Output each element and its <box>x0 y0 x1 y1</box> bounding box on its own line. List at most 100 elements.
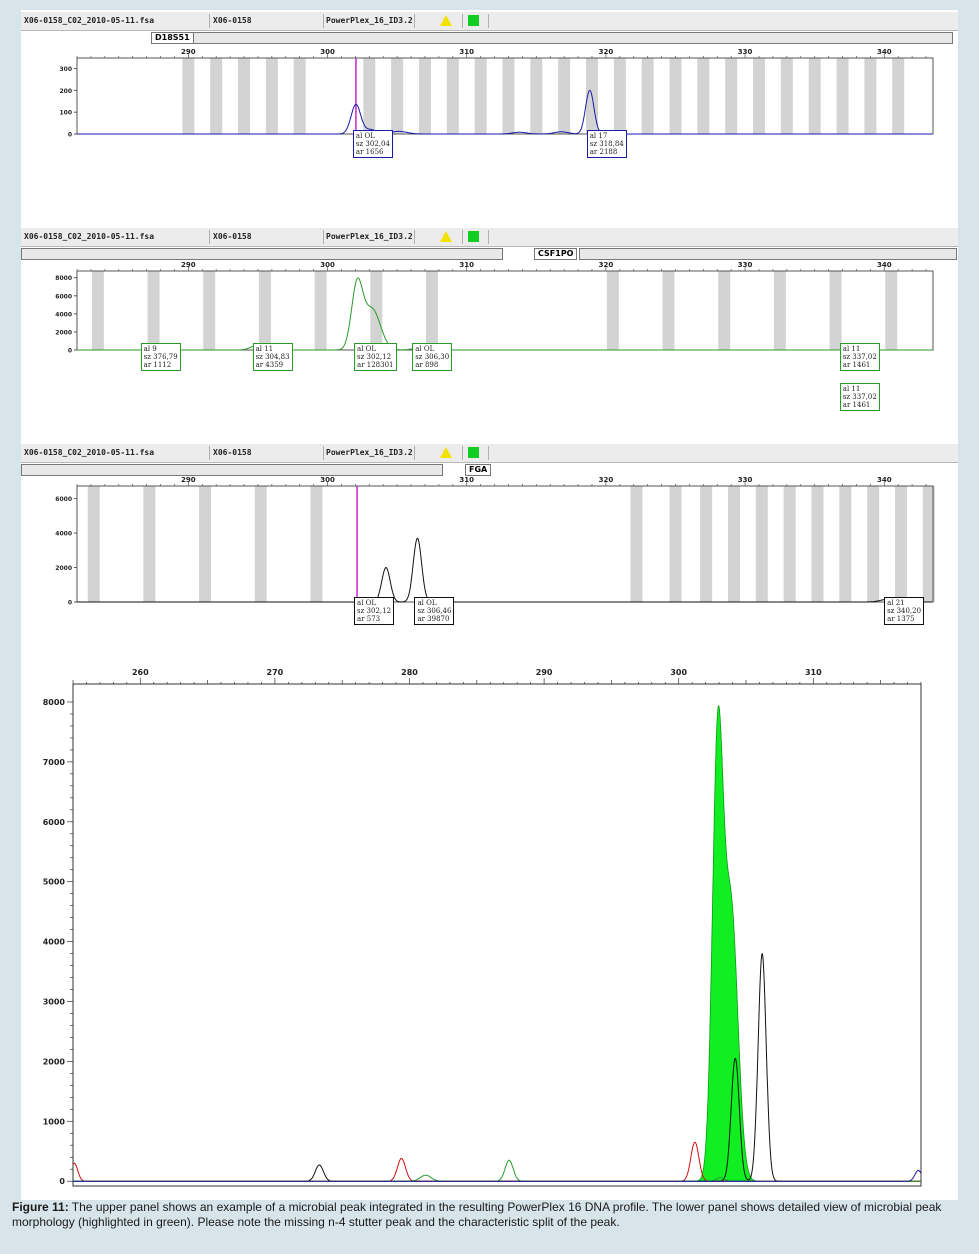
y-tick-label: 4000 <box>43 938 66 947</box>
allele-bin <box>697 58 710 134</box>
annotation-line: sz 302,04 <box>355 140 390 148</box>
annotation-line: ar 2188 <box>589 148 618 156</box>
allele-bin <box>314 271 327 350</box>
annotation-line: sz 376,79 <box>143 353 178 361</box>
allele-bin <box>310 486 323 602</box>
allele-bin <box>210 58 223 134</box>
allele-annotation[interactable]: al 9 sz 376,79 ar 1112 <box>140 343 181 371</box>
trace-blue <box>73 1169 922 1182</box>
y-tick-label: 1000 <box>43 1117 66 1126</box>
annotation-line: sz 337,02 <box>842 393 877 401</box>
x-tick-label: 310 <box>459 261 474 269</box>
locus-label-csf1po: CSF1PO <box>534 248 578 260</box>
allele-bin <box>630 486 643 602</box>
x-tick-label: 330 <box>738 48 753 56</box>
allele-bin <box>370 271 383 350</box>
allele-bin <box>265 58 278 134</box>
annotation-line: ar 1375 <box>887 615 915 623</box>
y-tick-label: 2000 <box>43 1057 66 1066</box>
warning-icon[interactable] <box>440 15 452 26</box>
locus-label-fga: FGA <box>465 464 492 476</box>
quality-ok-icon[interactable] <box>468 447 479 458</box>
annotation-line: ar 4359 <box>255 361 284 369</box>
chart-microbial-detail: 260 270 280 290 300 310 0 1000 2000 3000 4000 5000 6… <box>43 668 922 1187</box>
y-tick-label: 0 <box>59 1177 65 1186</box>
annotation-line: sz 318,84 <box>589 140 624 148</box>
allele-bin <box>558 58 571 134</box>
allele-bin <box>363 58 376 134</box>
quality-ok-icon[interactable] <box>468 231 479 242</box>
annotation-line: al OL <box>415 345 435 353</box>
y-tick-label: 6000 <box>55 496 72 503</box>
trace-green <box>73 1159 921 1182</box>
annotation-line: ar 1656 <box>355 148 384 156</box>
file-name: X06-0158_C02_2010-05-11.fsa <box>24 232 155 241</box>
allele-annotation[interactable]: al OL sz 302,04 ar 1656 <box>352 130 393 158</box>
sample-name: X06-0158 <box>213 16 252 25</box>
allele-annotation[interactable]: al OL sz 302,12 ar 128301 <box>354 343 397 371</box>
y-tick-label: 8000 <box>43 698 66 707</box>
y-tick-label: 300 <box>59 66 72 73</box>
allele-annotation[interactable]: al OL sz 306,46 ar 39870 <box>414 597 455 625</box>
allele-bin <box>700 486 713 602</box>
x-tick-label: 300 <box>670 668 687 677</box>
allele-bin <box>753 58 766 134</box>
warning-icon[interactable] <box>440 231 452 242</box>
allele-annotation[interactable]: al 11 sz 337,02 ar 1461 <box>839 383 880 411</box>
quality-ok-icon[interactable] <box>468 15 479 26</box>
annotation-line: al OL <box>357 599 377 607</box>
allele-bin <box>613 58 626 134</box>
allele-bin <box>199 486 212 602</box>
x-tick-label: 340 <box>877 476 892 484</box>
annotation-line: sz 340,20 <box>887 607 922 615</box>
allele-bin <box>811 486 824 602</box>
x-tick-label: 340 <box>877 261 892 269</box>
allele-bin <box>662 271 675 350</box>
y-tick-label: 6000 <box>43 818 66 827</box>
figure-caption: Figure 11: The upper panel shows an exam… <box>12 1200 967 1230</box>
allele-bin <box>238 58 251 134</box>
annotation-line: ar 573 <box>357 615 381 623</box>
x-tick-label: 340 <box>877 48 892 56</box>
allele-bin <box>446 58 459 134</box>
y-tick-label: 2000 <box>55 329 72 336</box>
y-tick-label: 2000 <box>55 565 72 572</box>
x-tick-label: 310 <box>459 48 474 56</box>
allele-annotation[interactable]: al 11 sz 304,83 ar 4359 <box>252 343 293 371</box>
allele-bin <box>669 486 682 602</box>
x-tick-label: 310 <box>805 668 822 677</box>
allele-bin <box>530 58 543 134</box>
allele-bin <box>892 58 905 134</box>
annotation-line: al 17 <box>589 132 608 140</box>
allele-bin <box>808 58 821 134</box>
annotation-line: al 21 <box>887 599 905 607</box>
annotation-line: al 9 <box>143 345 157 353</box>
allele-annotation[interactable]: al OL sz 306,30 ar 898 <box>412 343 453 371</box>
panel-3-header: X06-0158_C02_2010-05-11.fsa X06-0158 Pow… <box>21 444 958 463</box>
allele-bin <box>773 271 786 350</box>
allele-annotation[interactable]: al OL sz 302,12 ar 573 <box>354 597 395 625</box>
allele-annotation[interactable]: al 21 sz 340,20 ar 1375 <box>884 597 925 625</box>
x-tick-label: 330 <box>738 476 753 484</box>
annotation-line: al 11 <box>842 385 861 393</box>
allele-annotation[interactable]: al 17 sz 318,84 ar 2188 <box>586 130 627 158</box>
x-tick-label: 300 <box>320 476 335 484</box>
annotation-line: sz 302,12 <box>357 353 392 361</box>
allele-annotation[interactable]: al 11 sz 337,02 ar 1461 <box>839 343 880 371</box>
caption-text: The upper panel shows an example of a mi… <box>12 1200 942 1229</box>
kit-name: PowerPlex_16_ID3.2 <box>326 232 413 241</box>
allele-bin <box>641 58 654 134</box>
x-tick-label: 290 <box>181 48 196 56</box>
allele-bin <box>91 271 104 350</box>
x-tick-label: 290 <box>181 476 196 484</box>
y-tick-label: 4000 <box>55 531 72 538</box>
allele-bin <box>836 58 849 134</box>
annotation-line: sz 337,02 <box>842 353 877 361</box>
allele-bin <box>87 486 100 602</box>
allele-bin <box>669 58 682 134</box>
annotation-line: sz 306,46 <box>417 607 452 615</box>
annotation-line: al OL <box>357 345 377 353</box>
allele-bin <box>391 58 404 134</box>
panel-1-header: X06-0158_C02_2010-05-11.fsa X06-0158 Pow… <box>21 12 958 31</box>
warning-icon[interactable] <box>440 447 452 458</box>
